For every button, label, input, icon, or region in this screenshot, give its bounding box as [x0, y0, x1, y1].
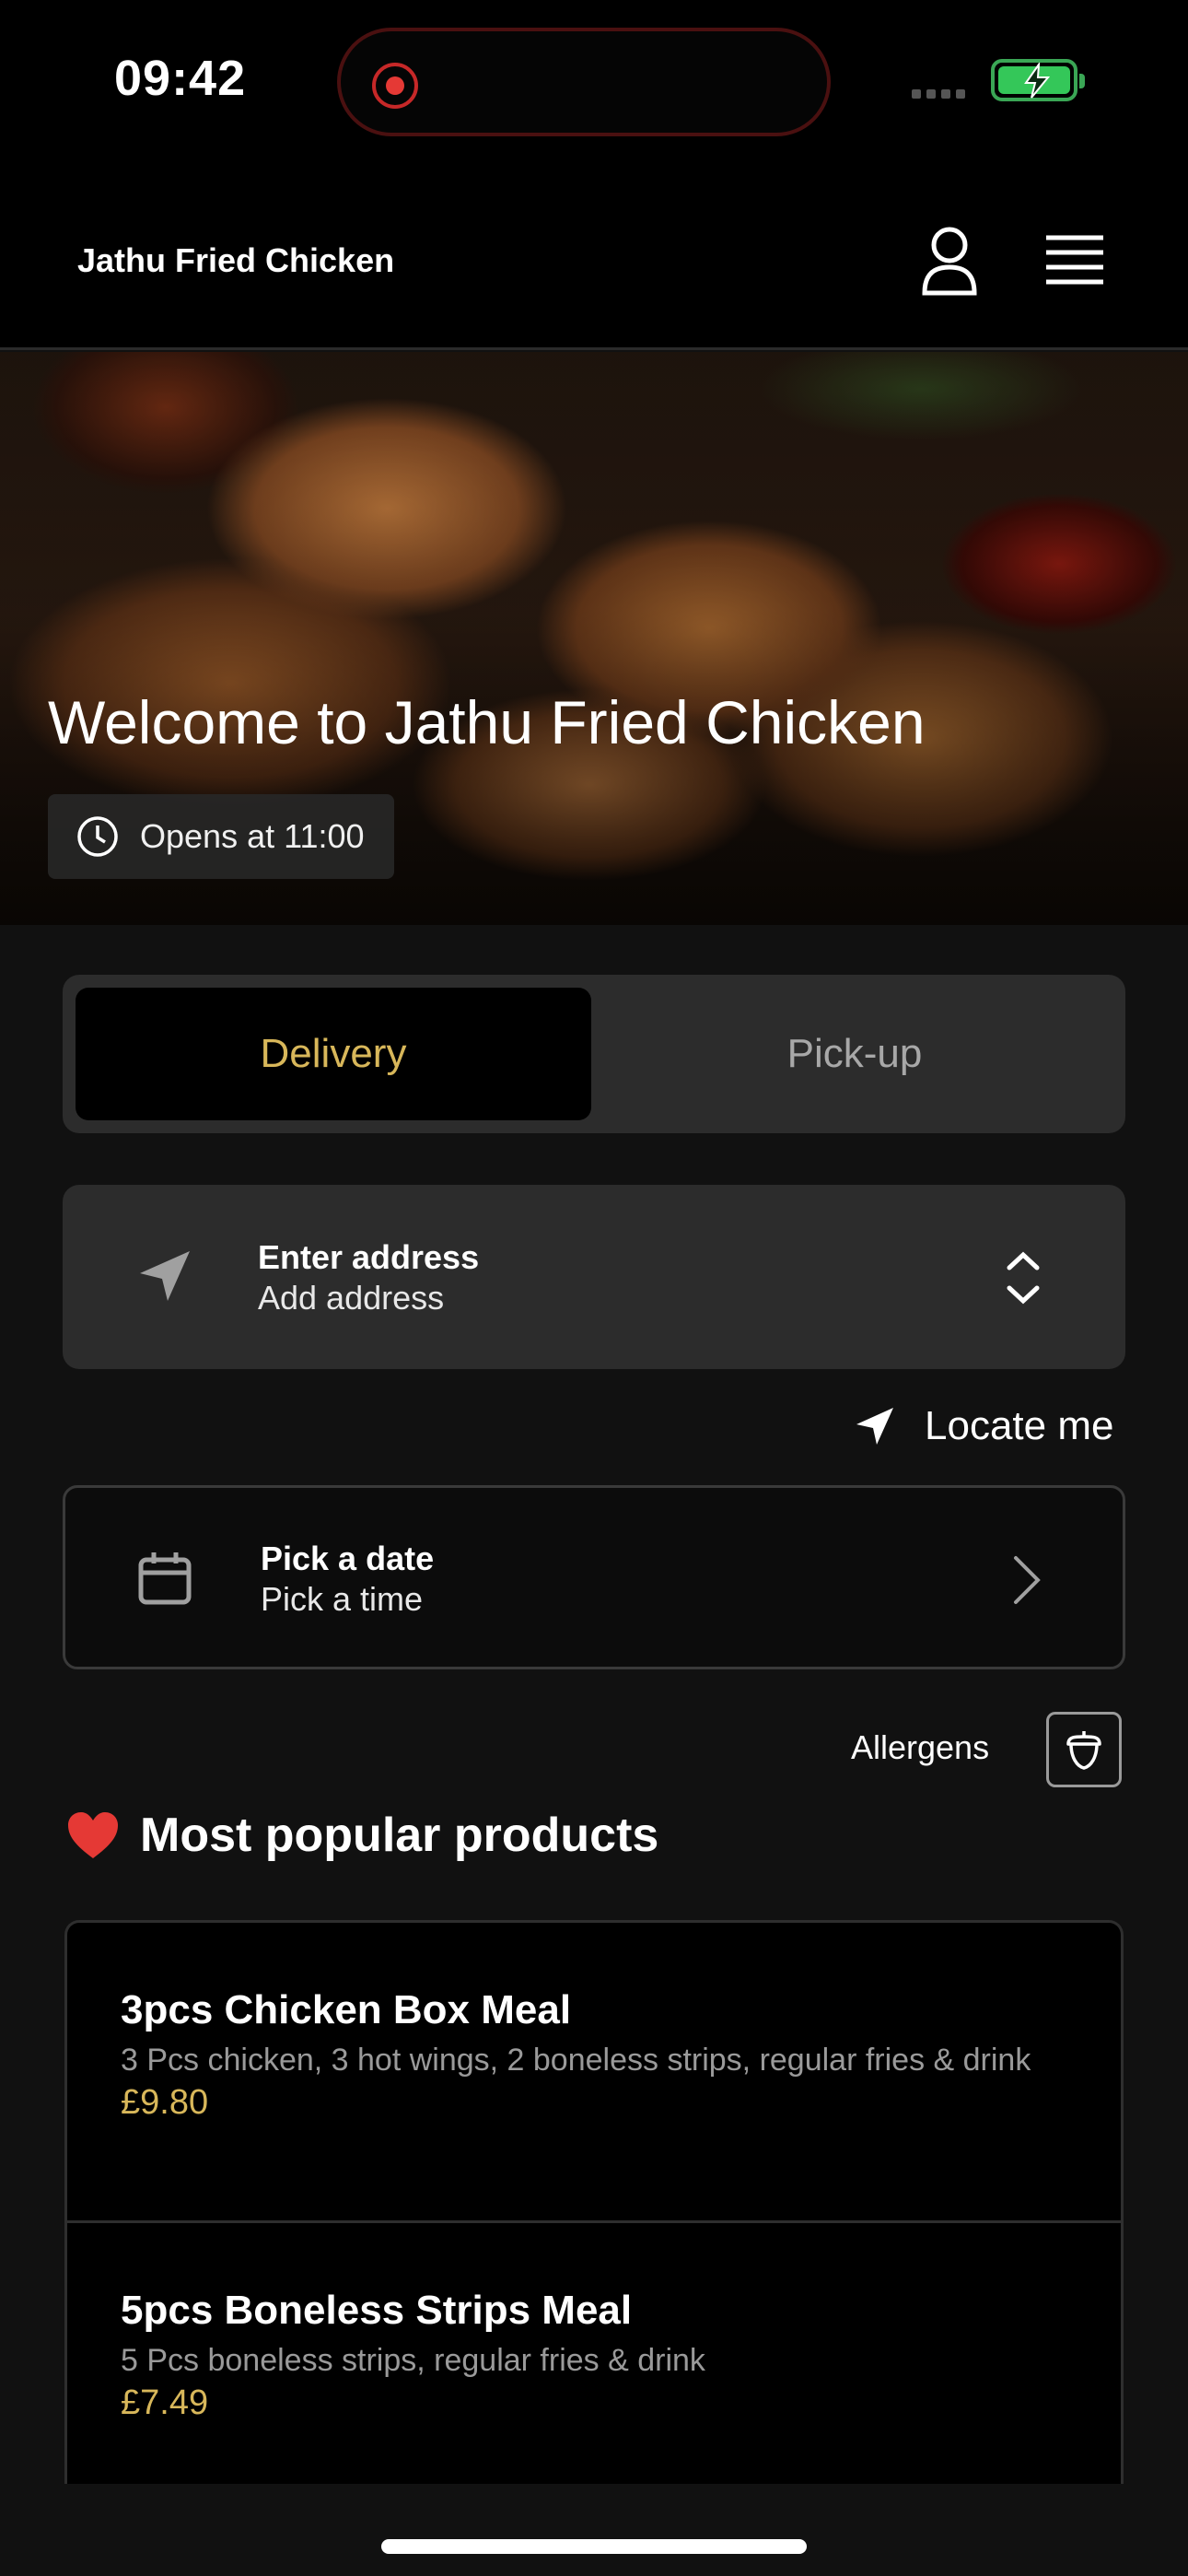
address-title: Enter address: [258, 1238, 480, 1276]
product-name: 5pcs Boneless Strips Meal: [121, 2288, 633, 2333]
hamburger-menu-icon[interactable]: [1042, 228, 1107, 293]
popular-products-heading: Most popular products: [66, 1808, 658, 1863]
popular-products-title: Most popular products: [140, 1809, 659, 1862]
opening-hours-text: Opens at 11:00: [140, 817, 365, 855]
allergens-label: Allergens: [851, 1728, 990, 1766]
battery-icon: [991, 59, 1085, 101]
clock-icon: [77, 816, 118, 857]
dynamic-island: [337, 28, 831, 136]
pick-time-label: Pick a time: [261, 1580, 424, 1618]
signal-icon: [912, 87, 973, 99]
status-time: 09:42: [114, 51, 247, 106]
product-card[interactable]: 3pcs Chicken Box Meal 3 Pcs chicken, 3 h…: [67, 1923, 1121, 2223]
product-card[interactable]: 5pcs Boneless Strips Meal 5 Pcs boneless…: [67, 2223, 1121, 2484]
heart-icon: [68, 1812, 118, 1858]
address-selector[interactable]: Enter address Add address: [63, 1185, 1125, 1369]
acorn-icon: [1066, 1731, 1101, 1770]
product-price: £7.49: [121, 2383, 209, 2422]
hero-title: Welcome to Jathu Fried Chicken: [48, 688, 926, 756]
hero-banner: Welcome to Jathu Fried Chicken Opens at …: [0, 352, 1188, 925]
order-mode-toggle: Delivery Pick-up: [63, 975, 1125, 1133]
recording-indicator-icon: [372, 63, 418, 109]
product-list: 3pcs Chicken Box Meal 3 Pcs chicken, 3 h…: [64, 1920, 1124, 2484]
product-description: 3 Pcs chicken, 3 hot wings, 2 boneless s…: [121, 2043, 1031, 2078]
tab-pickup[interactable]: Pick-up: [597, 988, 1112, 1120]
navigation-arrow-icon: [140, 1251, 190, 1301]
product-name: 3pcs Chicken Box Meal: [121, 1987, 572, 2032]
pick-date-label: Pick a date: [261, 1540, 435, 1577]
home-indicator[interactable]: [381, 2539, 807, 2554]
brand-name[interactable]: Jathu Fried Chicken: [77, 241, 394, 280]
product-price: £9.80: [121, 2083, 209, 2122]
chevron-up-down-icon: [1007, 1251, 1040, 1305]
tab-delivery[interactable]: Delivery: [76, 988, 591, 1120]
locate-me-label: Locate me: [925, 1403, 1114, 1448]
app-header: Jathu Fried Chicken: [0, 175, 1188, 350]
account-icon[interactable]: [917, 225, 982, 299]
product-description: 5 Pcs boneless strips, regular fries & d…: [121, 2343, 705, 2378]
calendar-icon: [138, 1552, 192, 1605]
location-arrow-icon: [856, 1408, 893, 1445]
schedule-picker[interactable]: Pick a date Pick a time: [63, 1485, 1125, 1669]
chevron-right-icon: [1014, 1556, 1041, 1604]
locate-me-button[interactable]: Locate me: [853, 1399, 1113, 1454]
status-bar: 09:42: [0, 0, 1188, 175]
address-subtitle: Add address: [258, 1279, 445, 1317]
allergens-button[interactable]: [1046, 1712, 1122, 1787]
opening-hours-badge: Opens at 11:00: [48, 794, 394, 879]
